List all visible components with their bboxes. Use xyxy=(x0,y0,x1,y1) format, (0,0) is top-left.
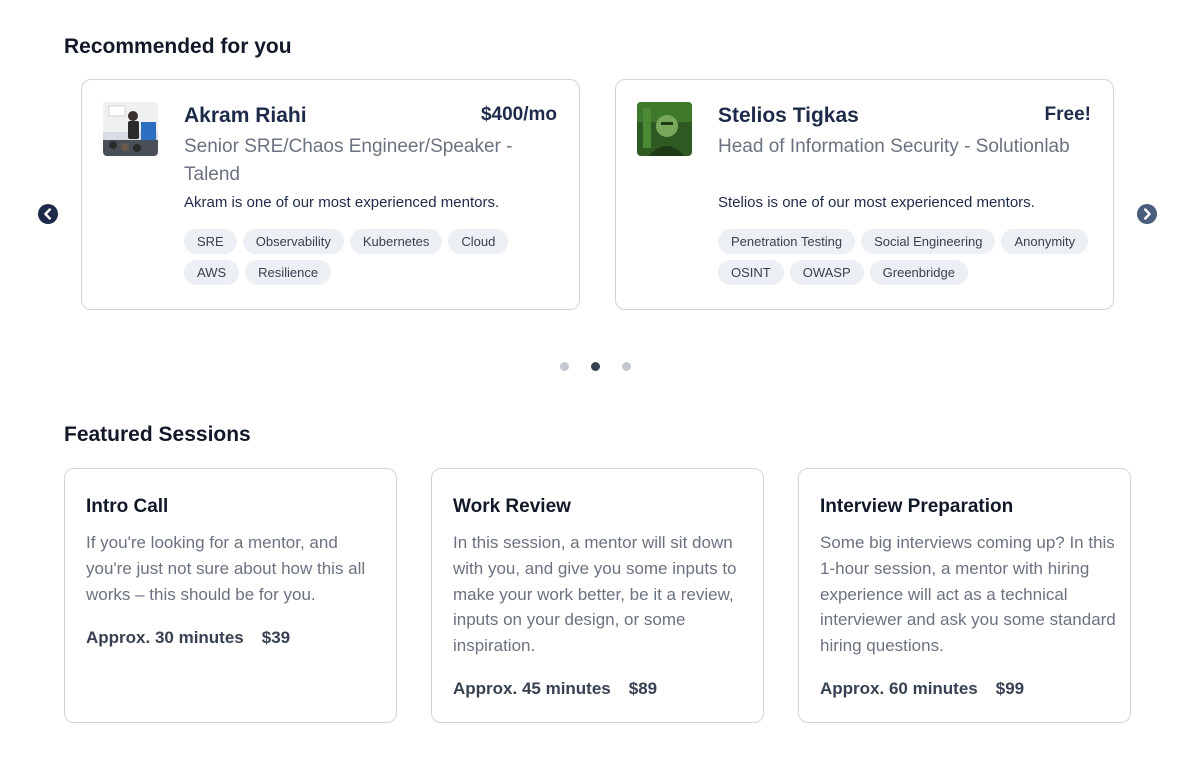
carousel-dot-2[interactable] xyxy=(591,362,600,371)
tag[interactable]: OSINT xyxy=(718,260,784,285)
tag[interactable]: AWS xyxy=(184,260,240,285)
mentor-price: Free! xyxy=(1044,104,1091,125)
carousel-pagination xyxy=(560,362,631,371)
chevron-right-circle-icon xyxy=(1137,204,1157,224)
session-duration: Approx. 30 minutes xyxy=(86,628,244,647)
mentor-name[interactable]: Akram Riahi xyxy=(184,104,307,128)
tag[interactable]: Observability xyxy=(242,229,344,254)
tag[interactable]: Cloud xyxy=(448,229,509,254)
session-meta: Approx. 30 minutes $39 xyxy=(86,628,290,648)
session-title: Work Review xyxy=(453,496,571,517)
carousel-dot-1[interactable] xyxy=(560,362,569,371)
session-price: $99 xyxy=(995,679,1025,698)
session-title: Interview Preparation xyxy=(820,496,1014,517)
mentor-role: Senior SRE/Chaos Engineer/Speaker - Tale… xyxy=(184,136,513,185)
mentor-description: Stelios is one of our most experienced m… xyxy=(718,194,1035,211)
tag[interactable]: Anonymity xyxy=(1001,229,1089,254)
avatar xyxy=(103,102,158,156)
session-card[interactable]: Interview Preparation Some big interview… xyxy=(798,468,1131,723)
session-price: $89 xyxy=(628,679,658,698)
tag-list: SRE Observability Kubernetes Cloud AWS R… xyxy=(184,229,564,285)
carousel-next-button[interactable] xyxy=(1137,204,1157,224)
tag[interactable]: SRE xyxy=(184,229,237,254)
mentor-description: Akram is one of our most experienced men… xyxy=(184,194,500,211)
recommended-title: Recommended for you xyxy=(64,35,292,58)
session-duration: Approx. 60 minutes xyxy=(820,679,978,698)
mentor-role: Head of Information Security - Solutionl… xyxy=(718,136,1070,157)
session-meta: Approx. 60 minutes $99 xyxy=(820,679,1024,699)
mentor-card[interactable]: Akram Riahi $400/mo Senior SRE/Chaos Eng… xyxy=(81,79,580,310)
featured-sessions-title: Featured Sessions xyxy=(64,423,251,446)
session-description: Some big interviews coming up? In this 1… xyxy=(820,533,1116,656)
tag[interactable]: Penetration Testing xyxy=(718,229,856,254)
session-duration: Approx. 45 minutes xyxy=(453,679,611,698)
session-meta: Approx. 45 minutes $89 xyxy=(453,679,657,699)
session-price: $39 xyxy=(261,628,291,647)
session-description: In this session, a mentor will sit down … xyxy=(453,533,737,656)
tag[interactable]: Social Engineering xyxy=(861,229,996,254)
tag[interactable]: Kubernetes xyxy=(349,229,443,254)
mentor-card[interactable]: Stelios Tigkas Free! Head of Information… xyxy=(615,79,1114,310)
mentor-name[interactable]: Stelios Tigkas xyxy=(718,104,859,128)
carousel-dot-3[interactable] xyxy=(622,362,631,371)
tag-list: Penetration Testing Social Engineering A… xyxy=(718,229,1098,285)
chevron-left-circle-icon xyxy=(38,204,58,224)
tag[interactable]: OWASP xyxy=(789,260,864,285)
session-card[interactable]: Work Review In this session, a mentor wi… xyxy=(431,468,764,723)
mentor-price: $400/mo xyxy=(480,104,557,125)
session-title: Intro Call xyxy=(86,496,169,517)
tag[interactable]: Resilience xyxy=(245,260,332,285)
session-description: If you're looking for a mentor, and you'… xyxy=(86,533,366,604)
carousel-prev-button[interactable] xyxy=(38,204,58,224)
avatar xyxy=(637,102,692,156)
tag[interactable]: Greenbridge xyxy=(869,260,968,285)
session-card[interactable]: Intro Call If you're looking for a mento… xyxy=(64,468,397,723)
